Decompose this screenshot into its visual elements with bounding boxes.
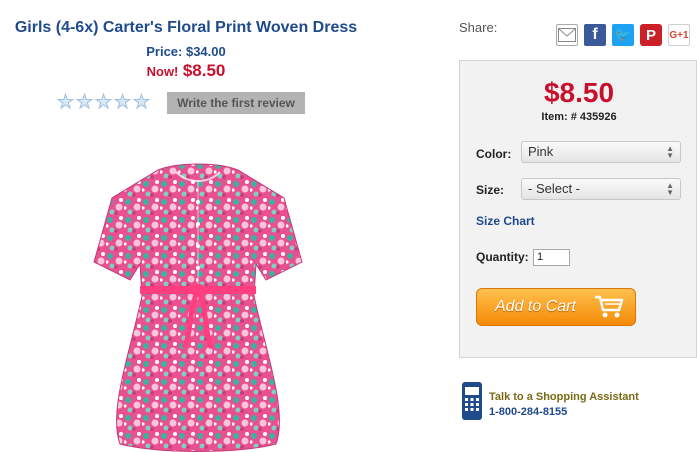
cart-icon xyxy=(595,295,624,318)
star-icon: ★ xyxy=(76,92,94,113)
assistant-phone[interactable]: 1-800-284-8155 xyxy=(489,406,567,418)
purchase-panel: $8.50 Item: # 435926 Color: Pink ▲ ▼ Size… xyxy=(459,60,697,358)
rating-stars: ★ ★ ★ ★ ★ xyxy=(57,92,151,113)
quantity-label: Quantity: xyxy=(476,250,529,264)
color-select[interactable]: Pink ▲ ▼ xyxy=(521,141,681,163)
share-label: Share: xyxy=(459,20,498,35)
original-price: Price: $34.00 xyxy=(146,44,226,59)
quantity-input[interactable]: 1 xyxy=(533,249,570,266)
star-icon: ★ xyxy=(114,92,132,113)
assistant-title: Talk to a Shopping Assistant xyxy=(489,391,639,403)
email-icon[interactable] xyxy=(556,24,578,46)
size-label: Size: xyxy=(476,183,505,197)
select-arrows-icon: ▲ ▼ xyxy=(666,181,674,197)
panel-price: $8.50 xyxy=(543,77,615,108)
pinterest-icon[interactable]: P xyxy=(640,24,662,46)
now-price: $8.50 xyxy=(182,61,226,80)
sale-price-line: Now! $8.50 xyxy=(0,61,372,81)
star-icon: ★ xyxy=(133,92,151,113)
google-plus-icon[interactable]: G+1 xyxy=(668,24,690,46)
select-arrows-icon: ▲ ▼ xyxy=(666,144,674,160)
color-label: Color: xyxy=(476,147,512,161)
product-title: Girls (4-6x) Carter's Floral Print Woven… xyxy=(14,19,358,36)
write-review-button[interactable]: Write the first review xyxy=(167,92,305,114)
star-icon: ★ xyxy=(57,92,75,113)
add-to-cart-label: Add to Cart xyxy=(495,298,576,315)
twitter-icon[interactable]: 🐦 xyxy=(612,24,634,46)
add-to-cart-button[interactable]: Add to Cart xyxy=(476,288,636,326)
color-select-value: Pink xyxy=(528,144,554,159)
item-number: Item: # 435926 xyxy=(541,111,617,123)
product-image[interactable] xyxy=(88,162,308,452)
now-label: Now! xyxy=(146,64,179,79)
share-icons: f 🐦 P G+1 xyxy=(556,24,690,46)
phone-icon xyxy=(462,382,482,420)
star-icon: ★ xyxy=(95,92,113,113)
size-select[interactable]: - Select - ▲ ▼ xyxy=(521,178,681,200)
size-select-value: - Select - xyxy=(528,181,581,196)
facebook-icon[interactable]: f xyxy=(584,24,606,46)
size-chart-link[interactable]: Size Chart xyxy=(476,214,535,228)
